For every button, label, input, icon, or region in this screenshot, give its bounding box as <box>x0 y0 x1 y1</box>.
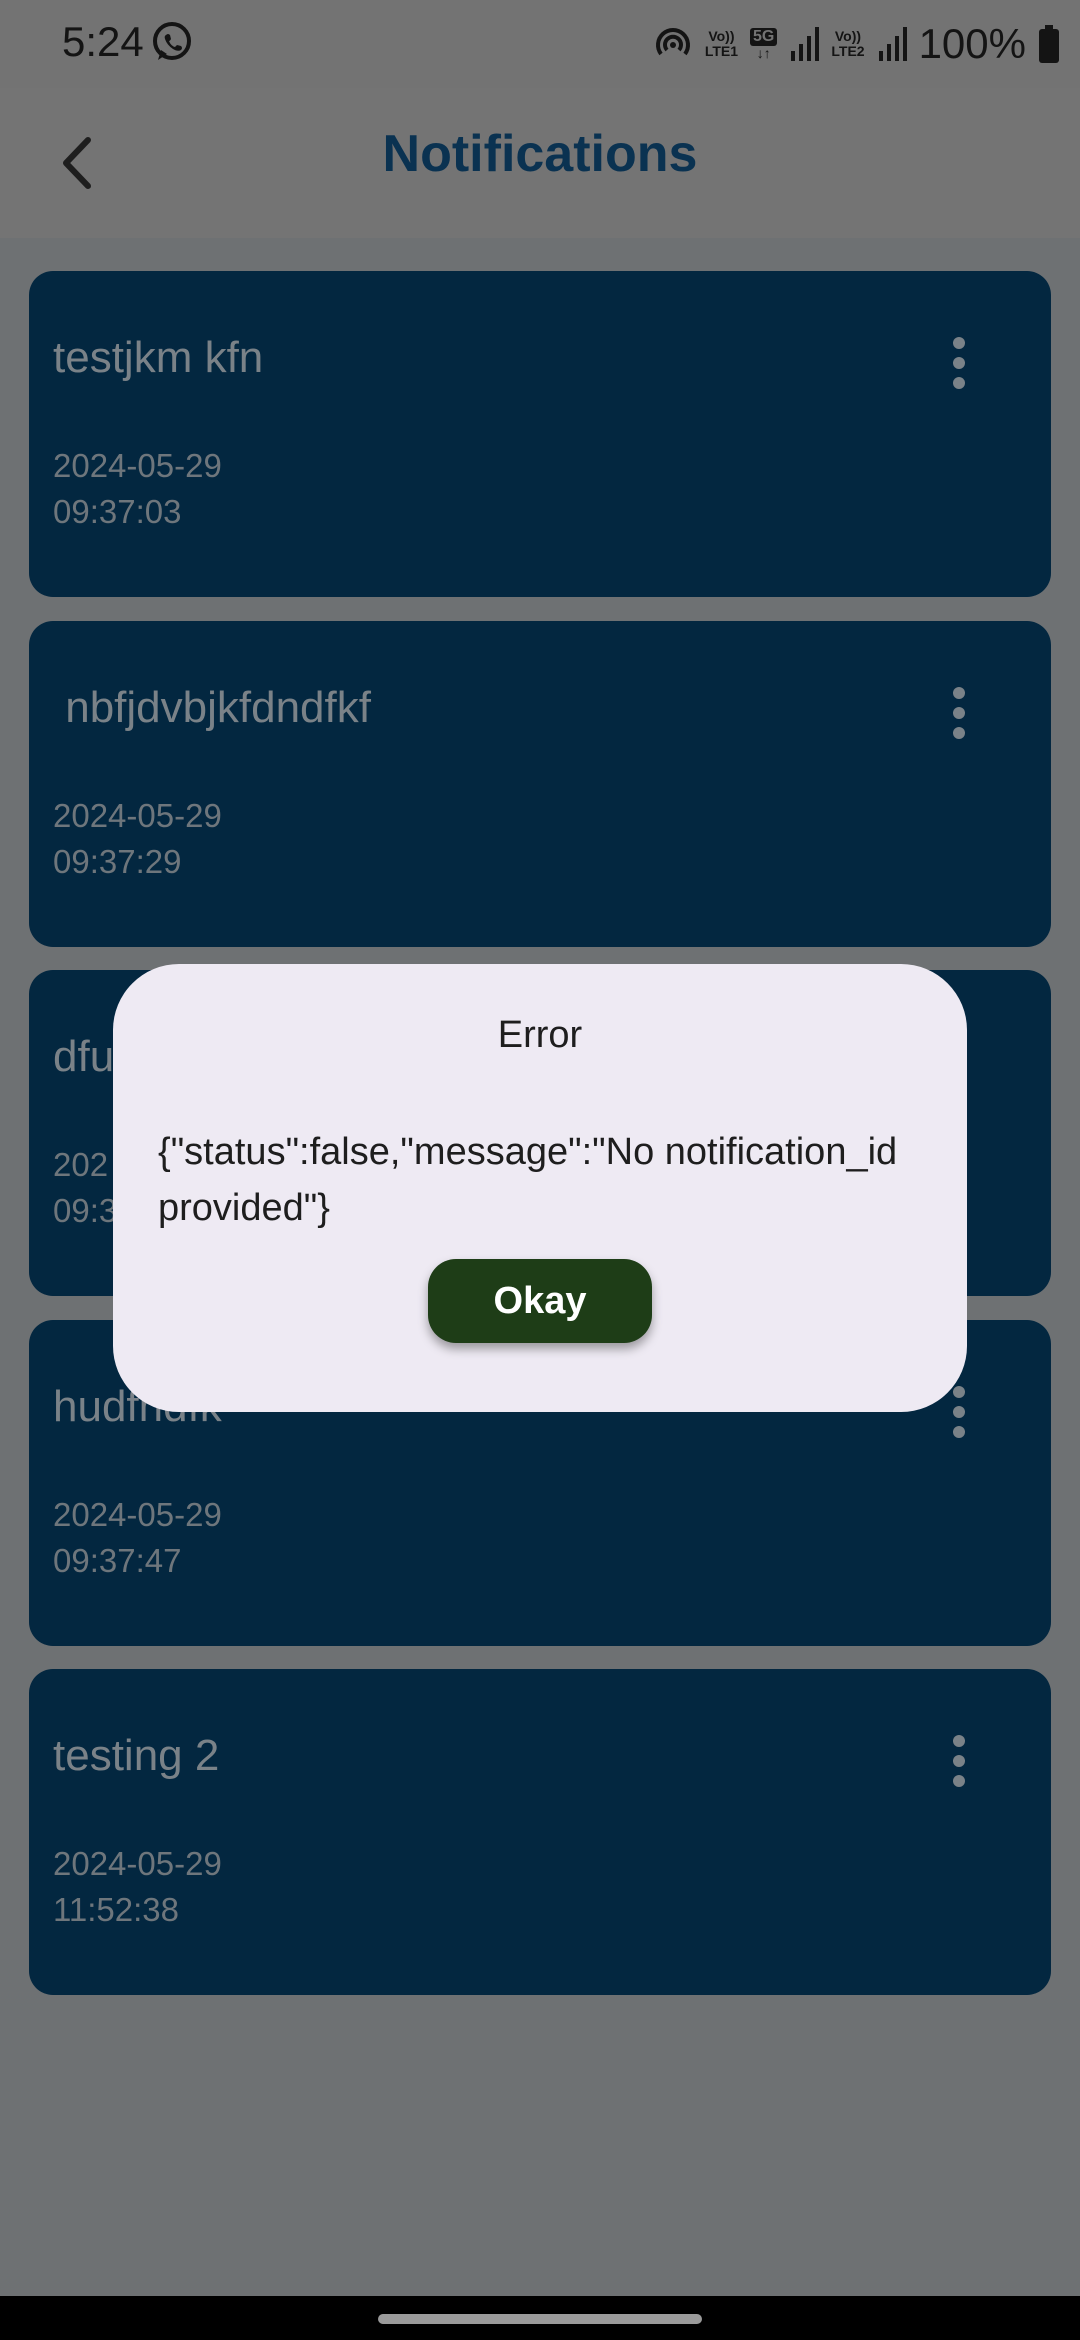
status-time: 5:24 <box>62 18 144 65</box>
notification-date: 2024-05-29 <box>53 797 222 834</box>
notification-time: 11:52:38 <box>53 1891 180 1928</box>
battery-icon <box>1039 25 1059 63</box>
more-options-icon[interactable] <box>947 335 971 391</box>
battery-percentage: 100% <box>918 20 1026 67</box>
notification-card[interactable]: testing 2 2024-05-29 11:52:38 <box>29 1669 1051 1995</box>
more-options-icon[interactable] <box>947 1733 971 1789</box>
sim2-volte-label: Vo)) LTE2 <box>831 28 865 59</box>
notification-card[interactable]: nbfjdvbjkfdndfkf 2024-05-29 09:37:29 <box>29 621 1051 947</box>
error-dialog: Error {"status":false,"message":"No noti… <box>113 964 967 1412</box>
notification-date: 202 <box>53 1146 109 1183</box>
sim1-volte-label: Vo)) LTE1 <box>704 28 739 59</box>
dialog-message: {"status":false,"message":"No notificati… <box>158 1131 898 1229</box>
notification-date: 2024-05-29 <box>53 1845 222 1882</box>
signal-icon <box>791 27 820 61</box>
network-5g-label: 5G ↓↑ <box>750 27 778 61</box>
whatsapp-icon <box>153 22 191 60</box>
hotspot-icon <box>655 28 690 56</box>
page-title: Notifications <box>382 125 698 183</box>
status-icons: Vo)) LTE1 5G ↓↑ Vo)) LTE2 100% <box>653 16 1060 72</box>
notification-card[interactable]: testjkm kfn 2024-05-29 09:37:03 <box>29 271 1051 597</box>
notification-time: 09:37:29 <box>53 843 182 880</box>
notification-time: 09:37:47 <box>53 1542 182 1579</box>
app-bar: Notifications <box>0 88 1080 238</box>
more-options-icon[interactable] <box>947 685 971 741</box>
notification-title: nbfjdvbjkfdndfkf <box>53 683 371 732</box>
home-indicator[interactable] <box>378 2314 702 2324</box>
status-bar: 5:24 Vo)) LTE1 5G ↓↑ Vo)) LTE2 100% <box>0 0 1080 88</box>
more-options-icon[interactable] <box>947 1384 971 1440</box>
notification-date: 2024-05-29 <box>53 447 222 484</box>
okay-button[interactable]: Okay <box>428 1259 652 1343</box>
notification-time: 09:3 <box>53 1192 118 1229</box>
notification-time: 09:37:03 <box>53 493 182 530</box>
notification-title: testing 2 <box>53 1731 220 1780</box>
dialog-title: Error <box>497 1014 583 1056</box>
notification-date: 2024-05-29 <box>53 1496 222 1533</box>
notification-title: dfu <box>53 1032 115 1081</box>
notification-title: testjkm kfn <box>53 333 264 382</box>
signal-icon <box>878 27 907 61</box>
